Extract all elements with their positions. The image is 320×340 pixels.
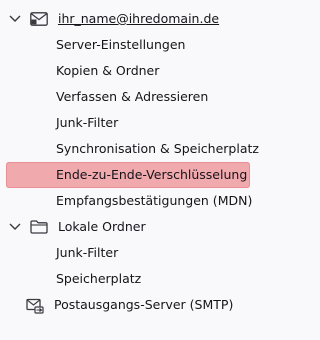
folder-icon — [30, 214, 48, 240]
sidebar-item-end-to-end-encryption[interactable]: Ende-zu-Ende-Verschlüsselung — [6, 162, 250, 188]
outgoing-server-label: Postausgangs-Server (SMTP) — [53, 297, 234, 312]
outgoing-server-icon — [26, 292, 44, 318]
account-row[interactable]: ihr_name@ihredomain.de — [0, 6, 256, 32]
local-folders-name: Lokale Ordner — [57, 219, 146, 234]
mail-account-icon — [30, 6, 48, 32]
sidebar-item-return-receipts[interactable]: Empfangsbestätigungen (MDN) — [0, 188, 256, 214]
sidebar-item-copies-folders[interactable]: Kopien & Ordner — [0, 58, 256, 84]
sidebar-item-junk-settings[interactable]: Junk-Filter — [0, 110, 256, 136]
local-folders-row[interactable]: Lokale Ordner — [0, 214, 256, 240]
account-name: ihr_name@ihredomain.de — [57, 11, 220, 26]
chevron-down-icon[interactable] — [8, 6, 22, 32]
sidebar-item-local-storage[interactable]: Speicherplatz — [0, 266, 256, 292]
chevron-down-icon[interactable] — [8, 214, 22, 240]
sidebar-item-composition-addressing[interactable]: Verfassen & Adressieren — [0, 84, 256, 110]
sidebar-item-local-junk-settings[interactable]: Junk-Filter — [0, 240, 256, 266]
account-settings-tree: ihr_name@ihredomain.de Server-Einstellun… — [0, 6, 259, 318]
sidebar-item-server-settings[interactable]: Server-Einstellungen — [0, 32, 256, 58]
outgoing-server-row[interactable]: Postausgangs-Server (SMTP) — [0, 292, 256, 318]
sidebar-item-synchronization-storage[interactable]: Synchronisation & Speicherplatz — [0, 136, 259, 162]
